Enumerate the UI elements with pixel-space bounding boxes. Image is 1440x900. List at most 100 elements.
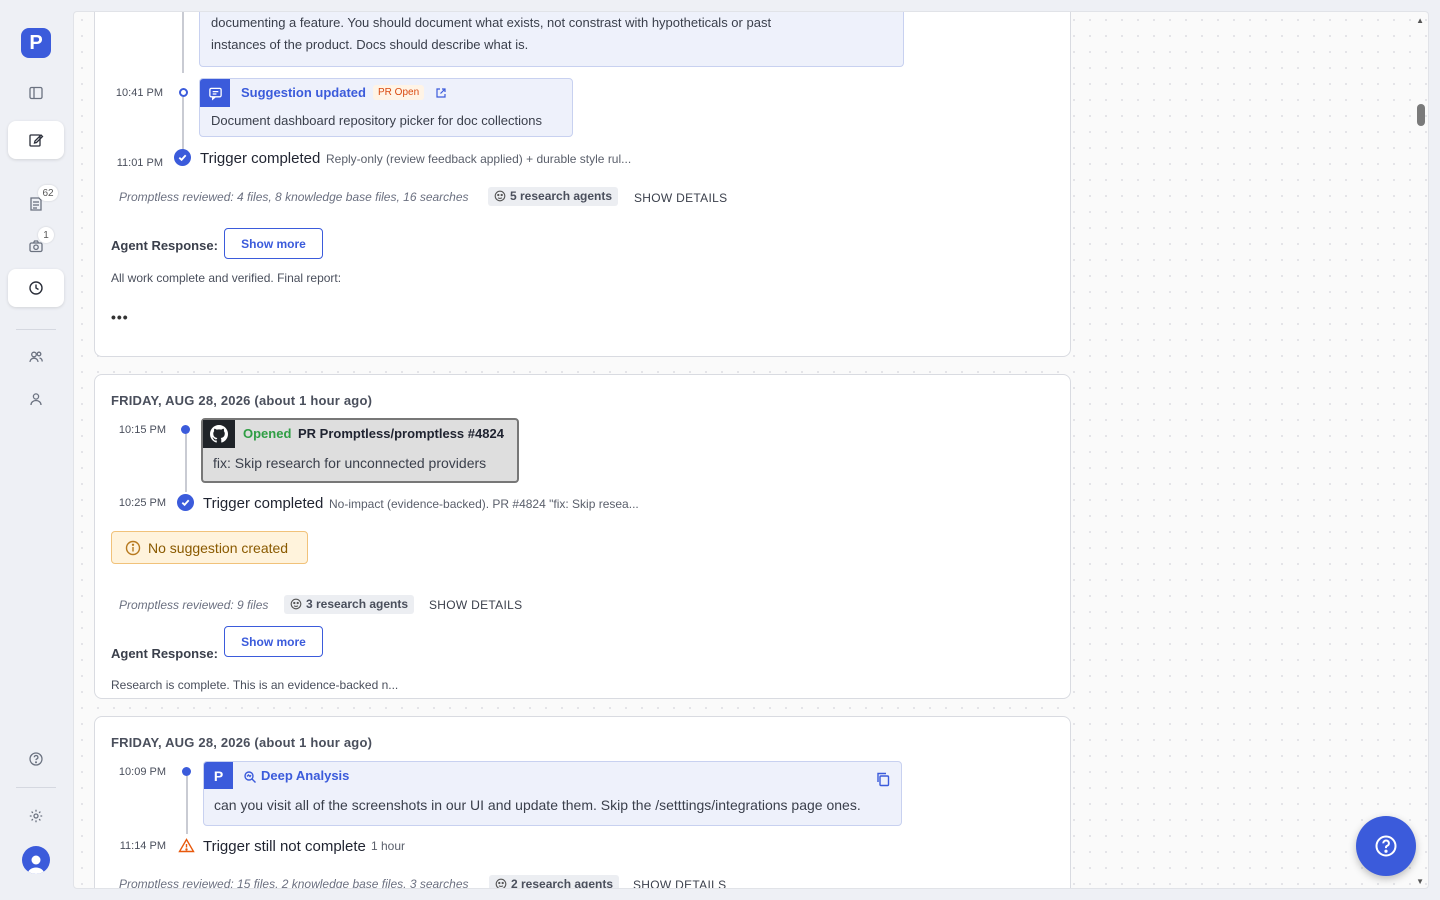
sidebar-divider [16,329,56,330]
event-time: 10:41 PM [115,87,163,99]
search-analysis-icon [244,771,256,783]
sidebar-item-help[interactable] [8,740,64,778]
sidebar: P 62 1 [0,0,72,900]
suggestions-count-badge: 62 [38,185,58,201]
timeline-line [182,12,184,73]
quote-line: documenting a feature. You should docume… [211,15,772,30]
show-details-button[interactable]: SHOW DETAILS [633,878,726,888]
clock-icon [29,281,43,295]
deep-analysis-event-box[interactable]: P Deep Analysis can you visit all of the… [203,761,902,826]
research-agents-label: 2 research agents [511,877,614,889]
timeline-dot [181,425,190,434]
question-mark-icon [1375,835,1397,857]
suggestion-event-box[interactable]: Suggestion updated PR Open Document dash… [199,78,573,137]
github-icon [210,425,228,443]
edit-icon [29,134,44,147]
reviewed-summary: Promptless reviewed: 9 files [119,598,269,612]
show-more-button[interactable]: Show more [224,626,323,657]
event-time: 11:01 PM [116,157,163,169]
github-icon-wrap [203,420,235,448]
scroll-up-arrow-icon[interactable]: ▲ [1416,16,1424,25]
help-chat-button[interactable] [1356,816,1416,876]
no-suggestion-notice: No suggestion created [111,531,308,564]
users-icon [29,351,43,363]
history-card: documenting a feature. You should docume… [94,12,1071,357]
agent-response-text: All work complete and verified. Final re… [111,271,342,285]
agent-response-label: Agent Response: [111,238,218,253]
sidebar-item-history[interactable] [8,269,64,307]
sidebar-item-suggestions[interactable]: 62 [8,185,64,223]
trigger-status-title: Trigger still not complete [203,838,366,855]
sidebar-item-profile[interactable] [8,380,64,418]
deep-analysis-body: can you visit all of the screenshots in … [214,797,861,813]
show-details-button[interactable]: SHOW DETAILS [429,598,522,612]
app-logo[interactable]: P [21,28,51,58]
card-date-heading: FRIDAY, AUG 28, 2026 (about 1 hour ago) [111,393,373,408]
agent-response-label: Agent Response: [111,646,218,661]
avatar-person-icon [27,855,45,874]
warning-icon [178,838,195,853]
agent-icon [495,878,507,888]
suggestion-title-link[interactable]: Suggestion updated [241,85,366,100]
more-ellipsis[interactable]: ••• [111,309,129,325]
timeline-dot [179,88,188,97]
feedback-quote-box: documenting a feature. You should docume… [199,12,904,67]
history-panel: documenting a feature. You should docume… [73,11,1429,889]
research-agents-pill[interactable]: 5 research agents [488,187,619,206]
timeline-line [185,434,187,492]
event-time: 11:14 PM [119,840,166,852]
agent-icon [290,598,302,610]
pr-title: fix: Skip research for unconnected provi… [213,455,487,471]
help-circle-icon [29,752,43,766]
show-more-button[interactable]: Show more [224,228,323,259]
show-details-button[interactable]: SHOW DETAILS [634,191,727,205]
reviewed-summary: Promptless reviewed: 15 files, 2 knowled… [119,877,469,889]
timeline-dot [182,767,191,776]
trigger-duration: 1 hour [371,839,406,853]
history-card: FRIDAY, AUG 28, 2026 (about 1 hour ago) … [94,374,1071,699]
sidebar-panel-icon [29,86,43,100]
screenshots-count-badge: 1 [38,227,54,243]
user-avatar[interactable] [22,846,50,874]
completed-check-icon [174,149,191,166]
user-icon [30,393,42,406]
research-agents-pill[interactable]: 2 research agents [489,875,620,889]
promptless-logo-icon: P [204,762,233,789]
completed-check-icon [177,494,194,511]
github-pr-event-box[interactable]: Opened PR Promptless/promptless #4824 fi… [201,418,519,483]
research-agents-label: 5 research agents [510,189,613,203]
trigger-description: Reply-only (review feedback applied) + d… [326,152,632,166]
event-icon-wrap [200,79,230,107]
event-time: 10:09 PM [118,766,166,778]
deep-analysis-title: Deep Analysis [261,768,350,783]
sidebar-item-team[interactable] [8,338,64,376]
pr-status-badge: PR Open [373,85,425,100]
card-date-heading: FRIDAY, AUG 28, 2026 (about 1 hour ago) [111,735,373,750]
info-icon [125,540,141,556]
comment-icon [208,87,222,101]
quote-line: instances of the product. Docs should de… [211,37,529,52]
timeline-line [186,776,188,834]
event-time: 10:15 PM [118,424,166,436]
scroll-thumb[interactable] [1417,104,1425,126]
sidebar-item-settings[interactable] [8,797,64,835]
sidebar-item-editor[interactable] [8,121,64,159]
history-card: FRIDAY, AUG 28, 2026 (about 1 hour ago) … [94,716,1071,889]
sidebar-item-screenshots[interactable]: 1 [8,227,64,265]
external-link-icon[interactable] [435,87,447,99]
sidebar-toggle-button[interactable] [8,74,64,112]
research-agents-pill[interactable]: 3 research agents [284,595,415,614]
timeline-line [182,97,184,155]
research-agents-label: 3 research agents [306,597,409,611]
pr-reference-link[interactable]: PR Promptless/promptless #4824 [298,426,504,441]
no-suggestion-text: No suggestion created [148,539,289,556]
reviewed-summary: Promptless reviewed: 4 files, 8 knowledg… [119,190,469,204]
trigger-status-title: Trigger completed [200,150,321,167]
scroll-down-arrow-icon[interactable]: ▼ [1416,877,1424,886]
sidebar-divider [16,787,56,788]
event-time: 10:25 PM [118,497,166,509]
agent-response-text: Research is complete. This is an evidenc… [111,678,399,692]
main-scrollbar[interactable]: ▲ ▼ [1414,12,1428,888]
copy-icon[interactable] [875,771,891,787]
pr-opened-status: Opened [243,426,292,441]
